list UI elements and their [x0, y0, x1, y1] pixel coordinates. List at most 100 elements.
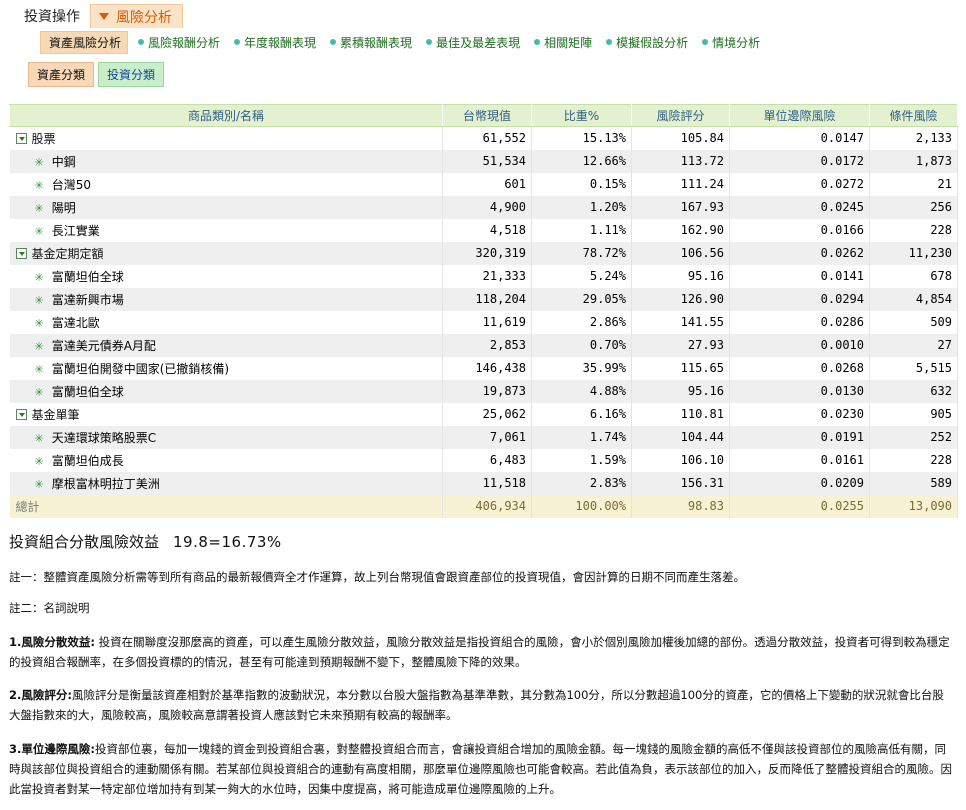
triangle-down-icon — [99, 13, 109, 20]
table-row: ✳ 富達北歐 11,619 2.86% 141.55 0.0286 509 — [9, 310, 958, 334]
subnav-item-correlation-matrix[interactable]: 相關矩陣 — [534, 34, 592, 51]
risk-score-cell: 162.90 — [631, 218, 730, 242]
weight-cell: 1.59% — [531, 448, 632, 472]
name-cell: ✳ 富蘭坦伯全球 — [9, 379, 443, 403]
marginal-risk-cell: 0.0230 — [729, 402, 870, 426]
conditional-risk-cell: 589 — [869, 471, 958, 495]
risk-score-cell: 95.16 — [631, 379, 730, 403]
tab-investment-class[interactable]: 投資分類 — [98, 62, 165, 87]
column-header: 台幣現值 — [442, 104, 532, 127]
conditional-risk-cell: 1,873 — [869, 149, 958, 173]
subnav-item-simulation[interactable]: 模擬假設分析 — [606, 34, 688, 51]
table-row: ✳ 天達環球策略股票C 7,061 1.74% 104.44 0.0191 252 — [9, 425, 958, 449]
table-row: ✳ 富蘭坦伯全球 21,333 5.24% 95.16 0.0141 678 — [9, 264, 958, 288]
marginal-risk-cell: 0.0191 — [729, 425, 870, 449]
conditional-risk-cell: 4,854 — [869, 287, 958, 311]
value-cell: 118,204 — [442, 287, 532, 311]
column-header: 條件風險 — [869, 104, 958, 127]
table-row: ✳ 長江實業 4,518 1.11% 162.90 0.0166 228 — [9, 218, 958, 242]
definition-diversification: 1.風險分散效益: 投資在關聯度沒那麼高的資產，可以產生風險分散效益，風險分散效… — [9, 632, 953, 672]
name-cell: ✳ 富蘭坦伯成長 — [9, 448, 443, 472]
subnav-item-scenario[interactable]: 情境分析 — [702, 34, 760, 51]
value-cell: 25,062 — [442, 402, 532, 426]
subnav-item-label: 相關矩陣 — [544, 35, 593, 50]
table-row: ✳ 富達美元債券A月配 2,853 0.70% 27.93 0.0010 27 — [9, 333, 958, 357]
collapse-toggle-icon[interactable] — [15, 247, 27, 259]
item-name: 摩根富林明拉丁美洲 — [51, 476, 160, 491]
name-cell: ✳ 陽明 — [9, 195, 443, 219]
bullet-star-icon: ✳ — [34, 201, 44, 215]
name-cell: 總計 — [9, 494, 443, 518]
group-row[interactable]: 基金單筆 25,062 6.16% 110.81 0.0230 905 — [9, 402, 958, 426]
value-cell: 51,534 — [442, 149, 532, 173]
weight-cell: 12.66% — [531, 149, 632, 173]
table-header-row: 商品類別/名稱 台幣現值 比重% 風險評分 單位邊際風險 條件風險 — [9, 104, 958, 127]
subnav-item-risk-return[interactable]: 風險報酬分析 — [138, 34, 220, 51]
name-cell: ✳ 富蘭坦伯開發中國家(已撤銷核備) — [9, 356, 443, 380]
bullet-star-icon: ✳ — [34, 293, 44, 307]
weight-cell: 100.00% — [531, 494, 632, 518]
note-2: 註二：名詞說明 — [9, 601, 90, 615]
risk-table: 商品類別/名稱 台幣現值 比重% 風險評分 單位邊際風險 條件風險 股票 61,5… — [9, 104, 958, 518]
tab-asset-class[interactable]: 資產分類 — [28, 62, 95, 87]
value-cell: 19,873 — [442, 379, 532, 403]
item-name: 富蘭坦伯全球 — [51, 384, 124, 399]
item-name: 台灣50 — [51, 177, 91, 192]
marginal-risk-cell: 0.0161 — [729, 448, 870, 472]
definition-risk-score: 2.風險評分:風險評分是衡量該資產相對於基準指數的波動狀況，本分數以台股大盤指數… — [9, 685, 953, 725]
value-cell: 406,934 — [442, 494, 532, 518]
item-name: 富達新興市場 — [51, 292, 124, 307]
column-header: 單位邊際風險 — [729, 104, 870, 127]
bullet-star-icon: ✳ — [34, 454, 44, 468]
conditional-risk-cell: 27 — [869, 333, 958, 357]
bullet-icon — [606, 39, 613, 45]
marginal-risk-cell: 0.0010 — [729, 333, 870, 357]
weight-cell: 4.88% — [531, 379, 632, 403]
name-cell: 基金單筆 — [9, 402, 443, 426]
group-row[interactable]: 基金定期定額 320,319 78.72% 106.56 0.0262 11,230 — [9, 241, 958, 265]
definition-title: 3.單位邊際風險: — [9, 742, 95, 756]
bullet-star-icon: ✳ — [34, 385, 44, 399]
collapse-toggle-icon[interactable] — [15, 408, 27, 420]
item-name: 總計 — [15, 499, 40, 514]
column-header: 商品類別/名稱 — [9, 104, 443, 127]
value-cell: 7,061 — [442, 425, 532, 449]
bullet-star-icon: ✳ — [34, 339, 44, 353]
weight-cell: 15.13% — [531, 126, 632, 150]
risk-score-cell: 126.90 — [631, 287, 730, 311]
bullet-icon — [234, 39, 241, 45]
risk-score-cell: 113.72 — [631, 149, 730, 173]
definition-text: 風險評分是衡量該資產相對於基準指數的波動狀況，本分數以台股大盤指數為基準準數，其… — [9, 688, 944, 722]
bullet-icon — [330, 39, 337, 45]
name-cell: ✳ 摩根富林明拉丁美洲 — [9, 471, 443, 495]
topnav-item-investment[interactable]: 投資操作 — [14, 4, 90, 28]
table-row: ✳ 富蘭坦伯開發中國家(已撤銷核備) 146,438 35.99% 115.65 0.02… — [9, 356, 958, 380]
value-cell: 146,438 — [442, 356, 532, 380]
table-row: ✳ 摩根富林明拉丁美洲 11,518 2.83% 156.31 0.0209 589 — [9, 471, 958, 495]
weight-cell: 1.20% — [531, 195, 632, 219]
sub-nav: 資產風險分析 風險報酬分析 年度報酬表現 累積報酬表現 最佳及最差表現 相關矩陣… — [40, 30, 774, 54]
conditional-risk-cell: 252 — [869, 425, 958, 449]
subnav-item-asset-risk[interactable]: 資產風險分析 — [40, 30, 129, 54]
subnav-item-label: 資產風險分析 — [49, 35, 122, 50]
bullet-icon — [534, 39, 541, 45]
weight-cell: 5.24% — [531, 264, 632, 288]
marginal-risk-cell: 0.0272 — [729, 172, 870, 196]
table-body: 股票 61,552 15.13% 105.84 0.0147 2,133 ✳ 中鋼 51,534… — [9, 126, 958, 518]
subnav-item-best-worst[interactable]: 最佳及最差表現 — [426, 34, 520, 51]
conditional-risk-cell: 228 — [869, 448, 958, 472]
name-cell: ✳ 富達美元債券A月配 — [9, 333, 443, 357]
weight-cell: 0.15% — [531, 172, 632, 196]
summary-label: 投資組合分散風險效益 — [9, 533, 160, 551]
name-cell: ✳ 天達環球策略股票C — [9, 425, 443, 449]
group-row[interactable]: 股票 61,552 15.13% 105.84 0.0147 2,133 — [9, 126, 958, 150]
marginal-risk-cell: 0.0268 — [729, 356, 870, 380]
value-cell: 21,333 — [442, 264, 532, 288]
column-header: 比重% — [531, 104, 632, 127]
subnav-item-annual-return[interactable]: 年度報酬表現 — [234, 34, 316, 51]
bullet-star-icon: ✳ — [34, 431, 44, 445]
collapse-toggle-icon[interactable] — [15, 132, 27, 144]
diversification-summary: 投資組合分散風險效益 19.8=16.73% — [9, 531, 282, 552]
subnav-item-cumulative-return[interactable]: 累積報酬表現 — [330, 34, 412, 51]
topnav-item-risk-analysis[interactable]: 風險分析 — [90, 4, 183, 28]
